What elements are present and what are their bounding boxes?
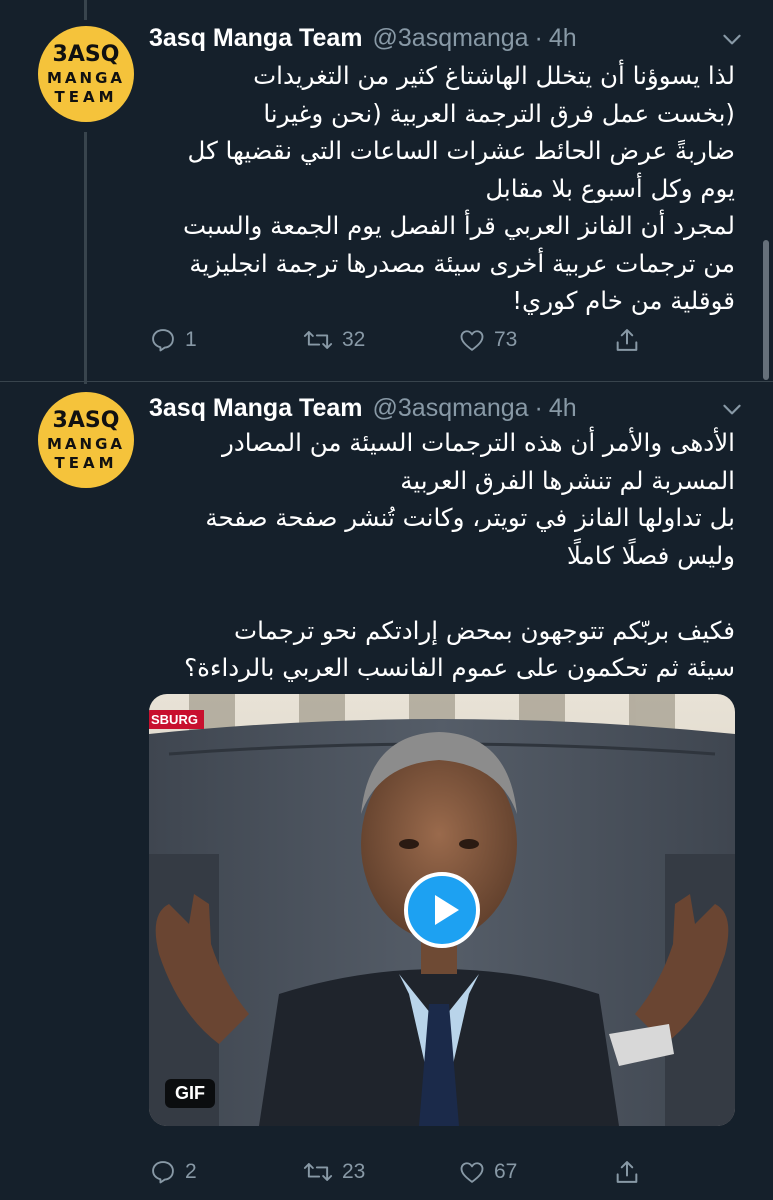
separator-dot: · bbox=[534, 393, 543, 422]
tweet-text-line: وليس فصلًا كاملًا bbox=[567, 540, 735, 570]
play-button[interactable] bbox=[404, 872, 480, 948]
like-button[interactable]: 67 bbox=[458, 1152, 517, 1192]
display-name[interactable]: 3asq Manga Team bbox=[149, 24, 363, 53]
timestamp[interactable]: 4h bbox=[549, 394, 577, 423]
reply-icon bbox=[152, 1161, 174, 1184]
tweet[interactable]: 3ASQ MANGA TEAM 3asq Manga Team @3asqman… bbox=[0, 0, 773, 380]
tweet-text-line: فكيف بربّكم تتوجهون بمحض إرادتكم نحو ترج… bbox=[234, 615, 735, 645]
retweet-count: 23 bbox=[342, 1160, 366, 1183]
gif-media[interactable]: SBURG GIF bbox=[149, 694, 735, 1126]
separator-dot: · bbox=[534, 23, 543, 52]
tweet-text-line: قوقلية من خام كوري! bbox=[512, 286, 735, 315]
reply-count: 2 bbox=[185, 1160, 197, 1183]
user-handle[interactable]: @3asqmanga bbox=[373, 24, 529, 53]
tweet-actions: 1 32 73 bbox=[149, 320, 649, 360]
chevron-down-icon[interactable] bbox=[719, 396, 745, 422]
retweet-button[interactable]: 23 bbox=[302, 1152, 365, 1192]
timestamp[interactable]: 4h bbox=[549, 24, 577, 53]
avatar-logo-line1: 3ASQ bbox=[52, 408, 120, 433]
tweet-actions: 2 23 67 bbox=[149, 1152, 649, 1192]
heart-icon bbox=[460, 330, 484, 351]
play-icon bbox=[435, 895, 459, 925]
user-handle[interactable]: @3asqmanga bbox=[373, 394, 529, 423]
tweet-text-line: (بخست عمل فرق الترجمة العربية (نحن وغيرن… bbox=[263, 98, 735, 128]
retweet-icon bbox=[303, 331, 333, 349]
avatar[interactable]: 3ASQ MANGA TEAM bbox=[38, 392, 134, 488]
avatar-logo-line2: MANGA bbox=[46, 69, 125, 87]
like-count: 67 bbox=[494, 1160, 518, 1183]
tweet-text: لذا يسوؤنا أن يتخلل الهاشتاغ كثير من الت… bbox=[149, 57, 735, 320]
tweet-header: 3asq Manga Team @3asqmanga · 4h bbox=[149, 20, 745, 56]
tweet-text-line: يوم وكل أسبوع بلا مقابل bbox=[485, 173, 735, 203]
display-name[interactable]: 3asq Manga Team bbox=[149, 394, 363, 423]
retweet-count: 32 bbox=[342, 328, 366, 351]
chevron-down-icon[interactable] bbox=[719, 26, 745, 52]
tweet-text-line: الأدهى والأمر أن هذه الترجمات السيئة من … bbox=[222, 428, 735, 457]
tweet-text-line: بل تداولها الفانز في تويتر، وكانت تُنشر … bbox=[205, 503, 735, 532]
avatar-logo-line2: MANGA bbox=[46, 435, 125, 453]
like-count: 73 bbox=[494, 328, 518, 351]
avatar-logo-line3: TEAM bbox=[54, 454, 118, 472]
tweet-text-line: لمجرد أن الفانز العربي قرأ الفصل يوم الج… bbox=[182, 211, 735, 240]
share-button[interactable] bbox=[613, 320, 641, 360]
tweet-text-line: سيئة ثم تحكمون على عموم الفانسب العربي ب… bbox=[184, 653, 735, 682]
reply-button[interactable]: 1 bbox=[149, 320, 197, 360]
reply-count: 1 bbox=[185, 328, 197, 351]
share-icon bbox=[616, 1161, 638, 1183]
tweet-header: 3asq Manga Team @3asqmanga · 4h bbox=[149, 390, 745, 426]
avatar-logo-line3: TEAM bbox=[54, 88, 118, 106]
avatar[interactable]: 3ASQ MANGA TEAM bbox=[38, 26, 134, 122]
retweet-icon bbox=[303, 1163, 333, 1181]
tweet[interactable]: 3ASQ MANGA TEAM 3asq Manga Team @3asqman… bbox=[0, 382, 773, 1200]
heart-icon bbox=[460, 1162, 484, 1183]
tweet-text-line: ضاربةً عرض الحائط عشرات الساعات التي نقض… bbox=[187, 136, 735, 165]
tweet-text: الأدهى والأمر أن هذه الترجمات السيئة من … bbox=[149, 424, 735, 687]
retweet-button[interactable]: 32 bbox=[302, 320, 365, 360]
tweet-text-line: المسربة لم تنشرها الفرق العربية bbox=[400, 465, 735, 495]
scrollbar[interactable] bbox=[763, 240, 769, 380]
reply-button[interactable]: 2 bbox=[149, 1152, 197, 1192]
tweet-text-line: لذا يسوؤنا أن يتخلل الهاشتاغ كثير من الت… bbox=[253, 61, 735, 90]
news-ticker-tag: SBURG bbox=[149, 710, 204, 729]
tweet-text-line: من ترجمات عربية أخرى سيئة مصدرها ترجمة ا… bbox=[189, 248, 735, 278]
like-button[interactable]: 73 bbox=[458, 320, 517, 360]
share-button[interactable] bbox=[613, 1152, 641, 1192]
avatar-logo-line1: 3ASQ bbox=[52, 42, 120, 67]
reply-icon bbox=[152, 329, 174, 352]
gif-badge: GIF bbox=[165, 1079, 215, 1108]
share-icon bbox=[616, 329, 638, 351]
